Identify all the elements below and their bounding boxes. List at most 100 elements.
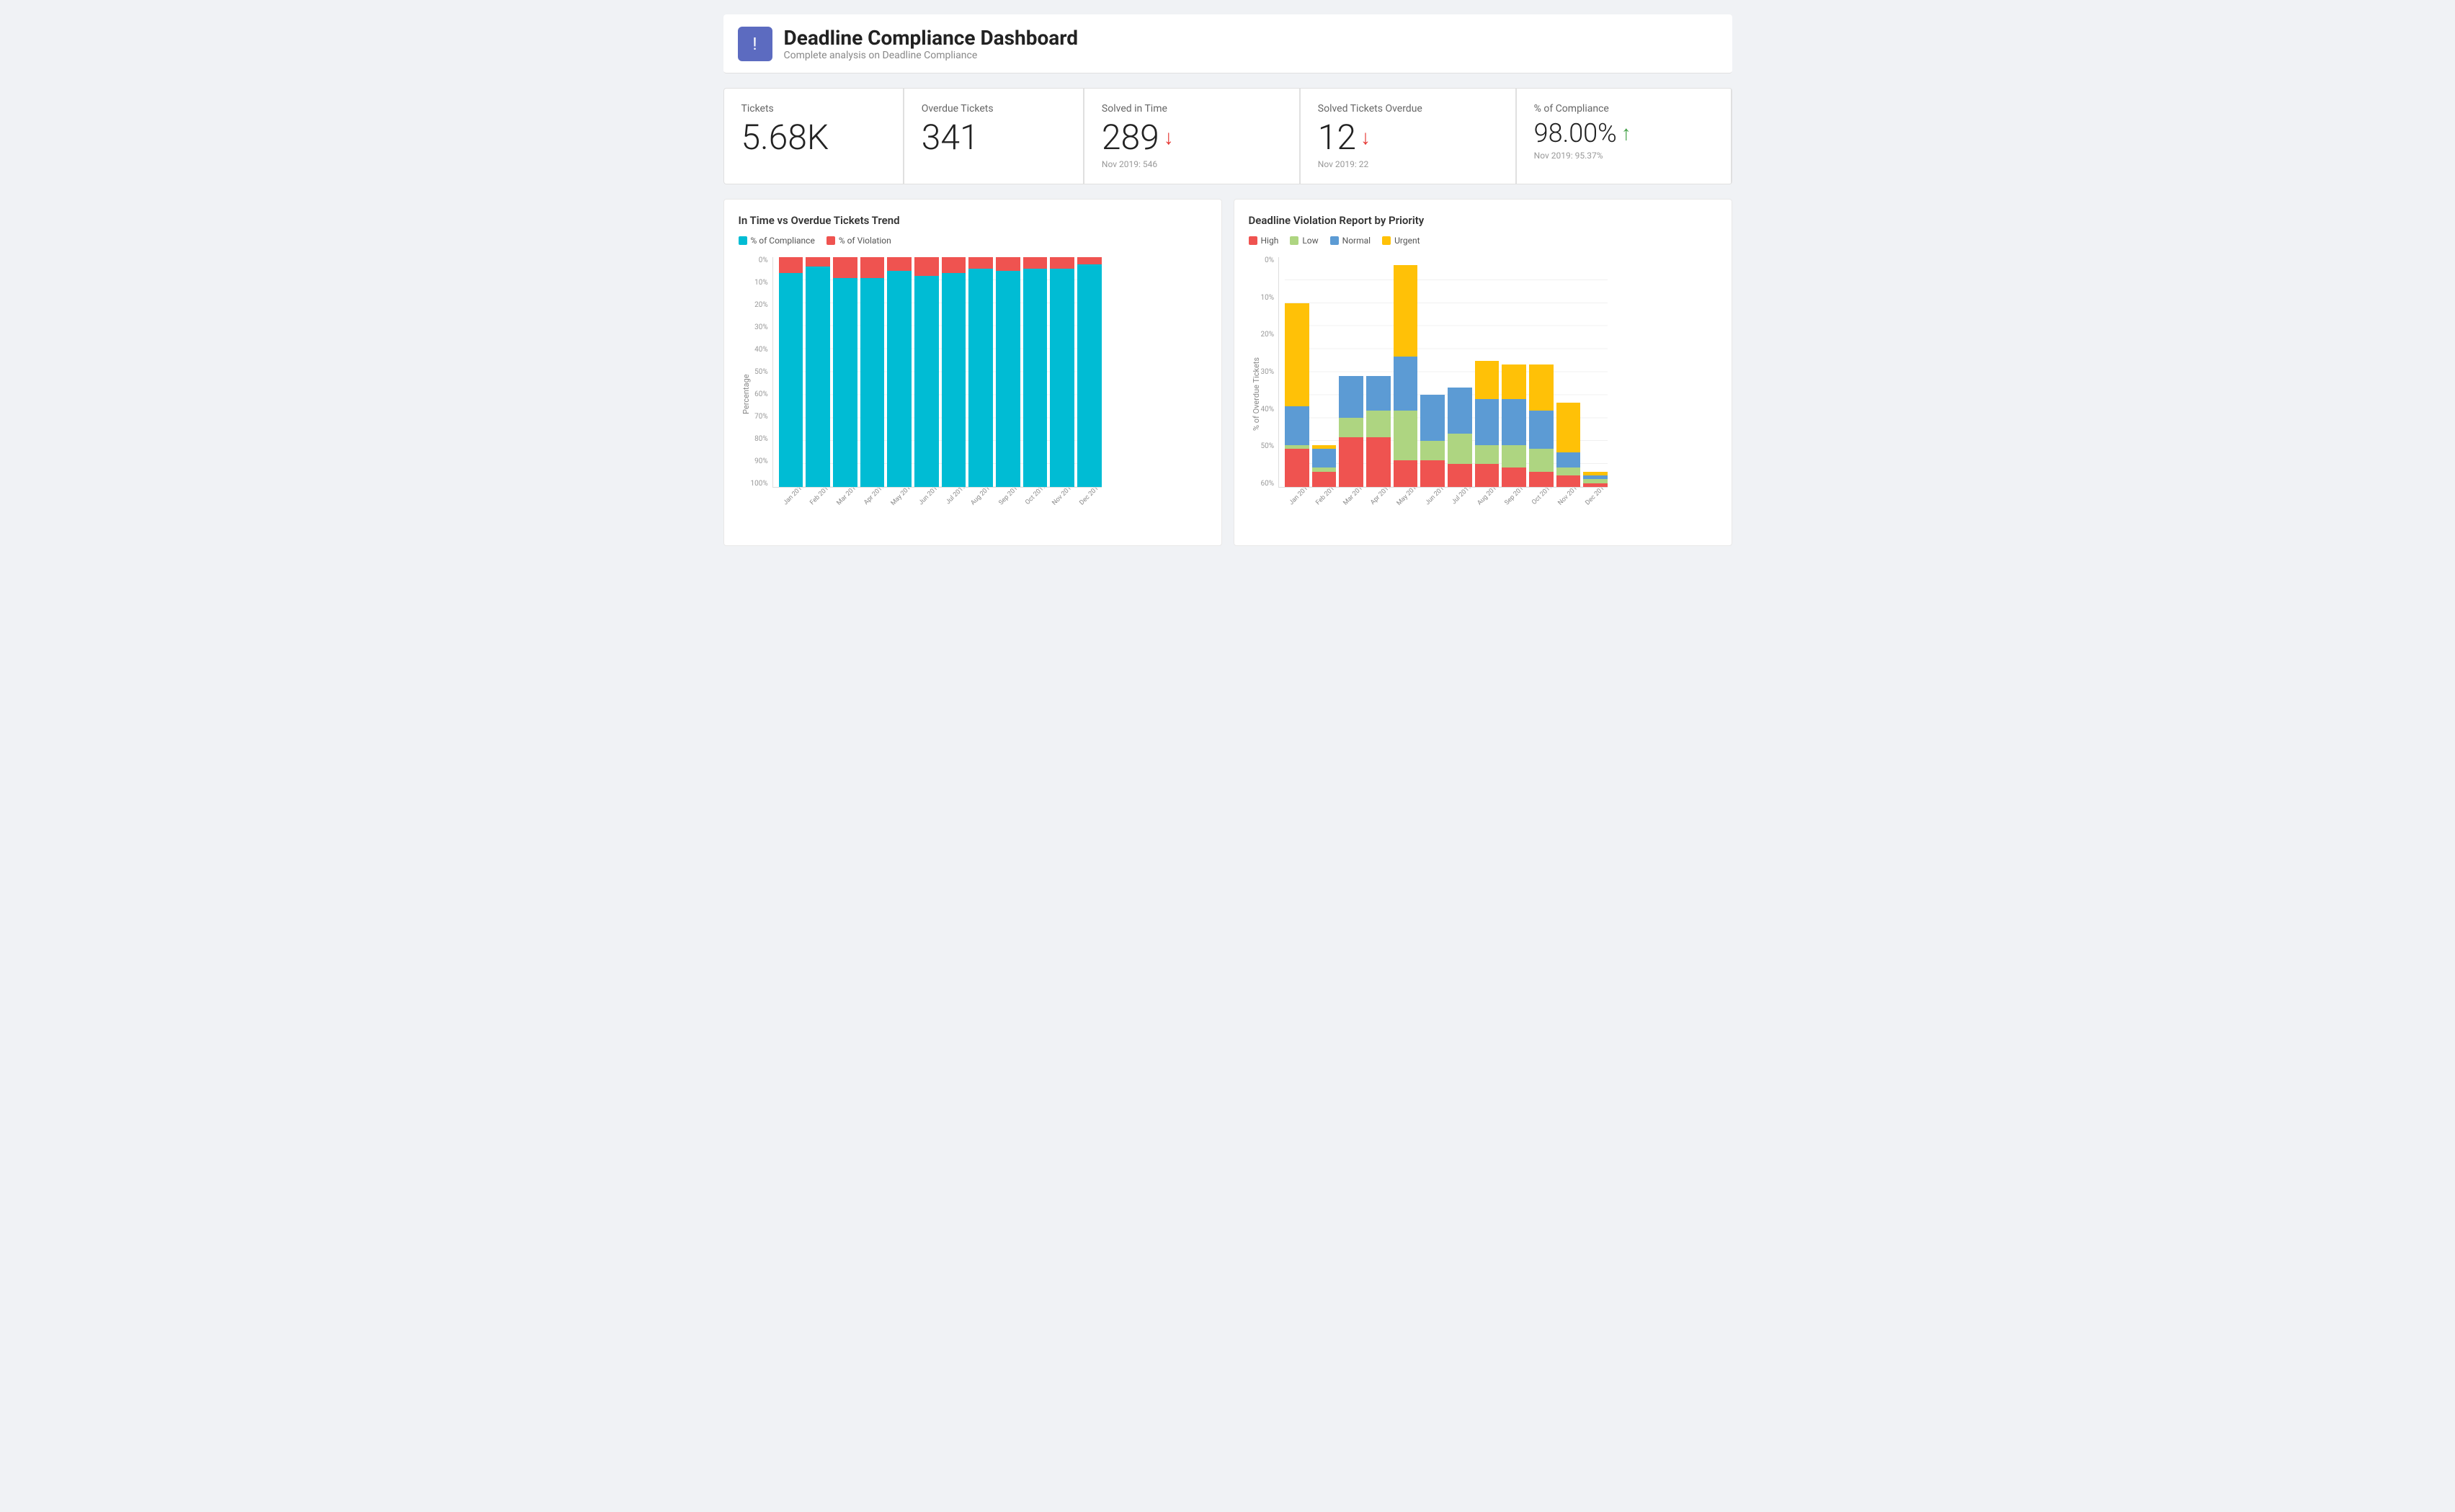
kpi-label-1: Overdue Tickets: [922, 103, 1066, 115]
y-tick: 20%: [751, 302, 768, 309]
kpi-label-3: Solved Tickets Overdue: [1318, 103, 1498, 115]
y-tick: 0%: [1261, 257, 1275, 264]
kpi-label-2: Solved in Time: [1102, 103, 1282, 115]
legend-item: % of Violation: [826, 236, 891, 246]
bar-compliance: [779, 273, 803, 487]
bar-normal: [1502, 399, 1526, 445]
kpi-card-2: Solved in Time289↓Nov 2019: 546: [1084, 89, 1299, 184]
bar-high: [1339, 437, 1363, 487]
chart2-title: Deadline Violation Report by Priority: [1249, 214, 1717, 227]
bar-normal: [1339, 376, 1363, 418]
kpi-row: Tickets5.68KOverdue Tickets341Solved in …: [723, 88, 1732, 184]
bar-compliance: [968, 269, 993, 487]
bar-low: [1339, 418, 1363, 437]
kpi-number-0: 5.68K: [741, 120, 829, 155]
bar-group: [1475, 257, 1500, 487]
bar-compliance: [806, 267, 830, 487]
kpi-value-3: 12↓: [1318, 120, 1498, 155]
bar-normal: [1475, 399, 1500, 445]
legend-item: Urgent: [1382, 236, 1420, 246]
y-tick: 10%: [751, 279, 768, 287]
bar-group: [887, 257, 912, 487]
bar-low: [1394, 411, 1418, 460]
bar-compliance: [887, 271, 912, 487]
bar-normal: [1448, 388, 1472, 434]
y-tick: 10%: [1261, 295, 1275, 302]
bar-group: [1050, 257, 1074, 487]
legend-label: High: [1261, 236, 1279, 246]
bar-group: [1583, 257, 1608, 487]
bar-high: [1420, 460, 1445, 487]
legend-color-box: [826, 236, 835, 245]
chart2-legend: HighLowNormalUrgent: [1249, 236, 1717, 246]
bar-high: [1529, 472, 1554, 487]
y-tick: 50%: [751, 369, 768, 376]
legend-item: High: [1249, 236, 1279, 246]
bar-low: [1556, 468, 1581, 475]
dashboard-icon: !: [738, 27, 772, 61]
bar-urgent: [1529, 364, 1554, 411]
chart1-title: In Time vs Overdue Tickets Trend: [739, 214, 1207, 227]
y-tick: 100%: [751, 480, 768, 488]
bar-violation: [887, 257, 912, 271]
header-text: Deadline Compliance Dashboard Complete a…: [784, 26, 1079, 61]
chart1-inner: Jan 2019Feb 2019Mar 2019Apr 2019May 2019…: [772, 257, 1102, 531]
arrow-down-icon: ↓: [1164, 128, 1174, 148]
y-tick: 60%: [1261, 480, 1275, 488]
bar-urgent: [1556, 403, 1581, 452]
bar-group: [1339, 257, 1363, 487]
bar-urgent: [1394, 265, 1418, 357]
bar-group: [806, 257, 830, 487]
chart2-area: [1278, 257, 1608, 488]
bar-low: [1529, 449, 1554, 472]
y-tick: 20%: [1261, 331, 1275, 339]
bar-low: [1475, 445, 1500, 465]
legend-label: Urgent: [1394, 236, 1420, 246]
kpi-value-4: 98.00%↑: [1534, 120, 1714, 146]
bar-high: [1583, 483, 1608, 487]
bar-violation: [833, 257, 857, 278]
chart1-wrap: Percentage 100%90%80%70%60%50%40%30%20%1…: [739, 257, 1207, 531]
chart1-y-ticks: 100%90%80%70%60%50%40%30%20%10%0%: [751, 257, 771, 488]
page-title: Deadline Compliance Dashboard: [784, 26, 1079, 50]
bar-high: [1502, 468, 1526, 487]
bar-group: [1502, 257, 1526, 487]
chart1-legend: % of Compliance % of Violation: [739, 236, 1207, 246]
bar-violation: [968, 257, 993, 269]
kpi-number-3: 12: [1318, 120, 1356, 155]
bar-high: [1312, 472, 1337, 487]
y-tick: 80%: [751, 436, 768, 443]
bar-violation: [942, 257, 966, 273]
kpi-value-1: 341: [922, 120, 1066, 155]
bar-violation: [914, 257, 939, 276]
kpi-number-2: 289: [1102, 120, 1159, 155]
bar-violation: [806, 257, 830, 267]
bar-urgent: [1285, 303, 1309, 407]
charts-row: In Time vs Overdue Tickets Trend % of Co…: [723, 199, 1732, 546]
bar-low: [1366, 411, 1391, 437]
kpi-sub-4: Nov 2019: 95.37%: [1534, 151, 1714, 161]
bar-normal: [1529, 411, 1554, 449]
bar-compliance: [833, 278, 857, 487]
bar-high: [1556, 475, 1581, 487]
bar-urgent: [1502, 364, 1526, 399]
y-tick: 90%: [751, 458, 768, 465]
bar-compliance: [1023, 269, 1048, 487]
bar-group: [1420, 257, 1445, 487]
legend-label: % of Compliance: [751, 236, 815, 246]
y-tick: 30%: [1261, 369, 1275, 376]
bar-group: [1366, 257, 1391, 487]
bar-violation: [779, 257, 803, 273]
bar-low: [1420, 441, 1445, 460]
kpi-card-4: % of Compliance98.00%↑Nov 2019: 95.37%: [1517, 89, 1732, 184]
chart1-y-label: Percentage: [739, 257, 751, 531]
kpi-card-3: Solved Tickets Overdue 12↓ Nov 2019: 22: [1301, 89, 1515, 184]
y-tick: 60%: [751, 391, 768, 398]
arrow-down-icon: ↓: [1360, 128, 1371, 148]
bar-urgent: [1475, 361, 1500, 399]
bar-group: [1285, 257, 1309, 487]
bar-group: [779, 257, 803, 487]
legend-label: Low: [1302, 236, 1318, 246]
bar-group: [1312, 257, 1337, 487]
kpi-sub-3: Nov 2019: 22: [1318, 159, 1498, 169]
